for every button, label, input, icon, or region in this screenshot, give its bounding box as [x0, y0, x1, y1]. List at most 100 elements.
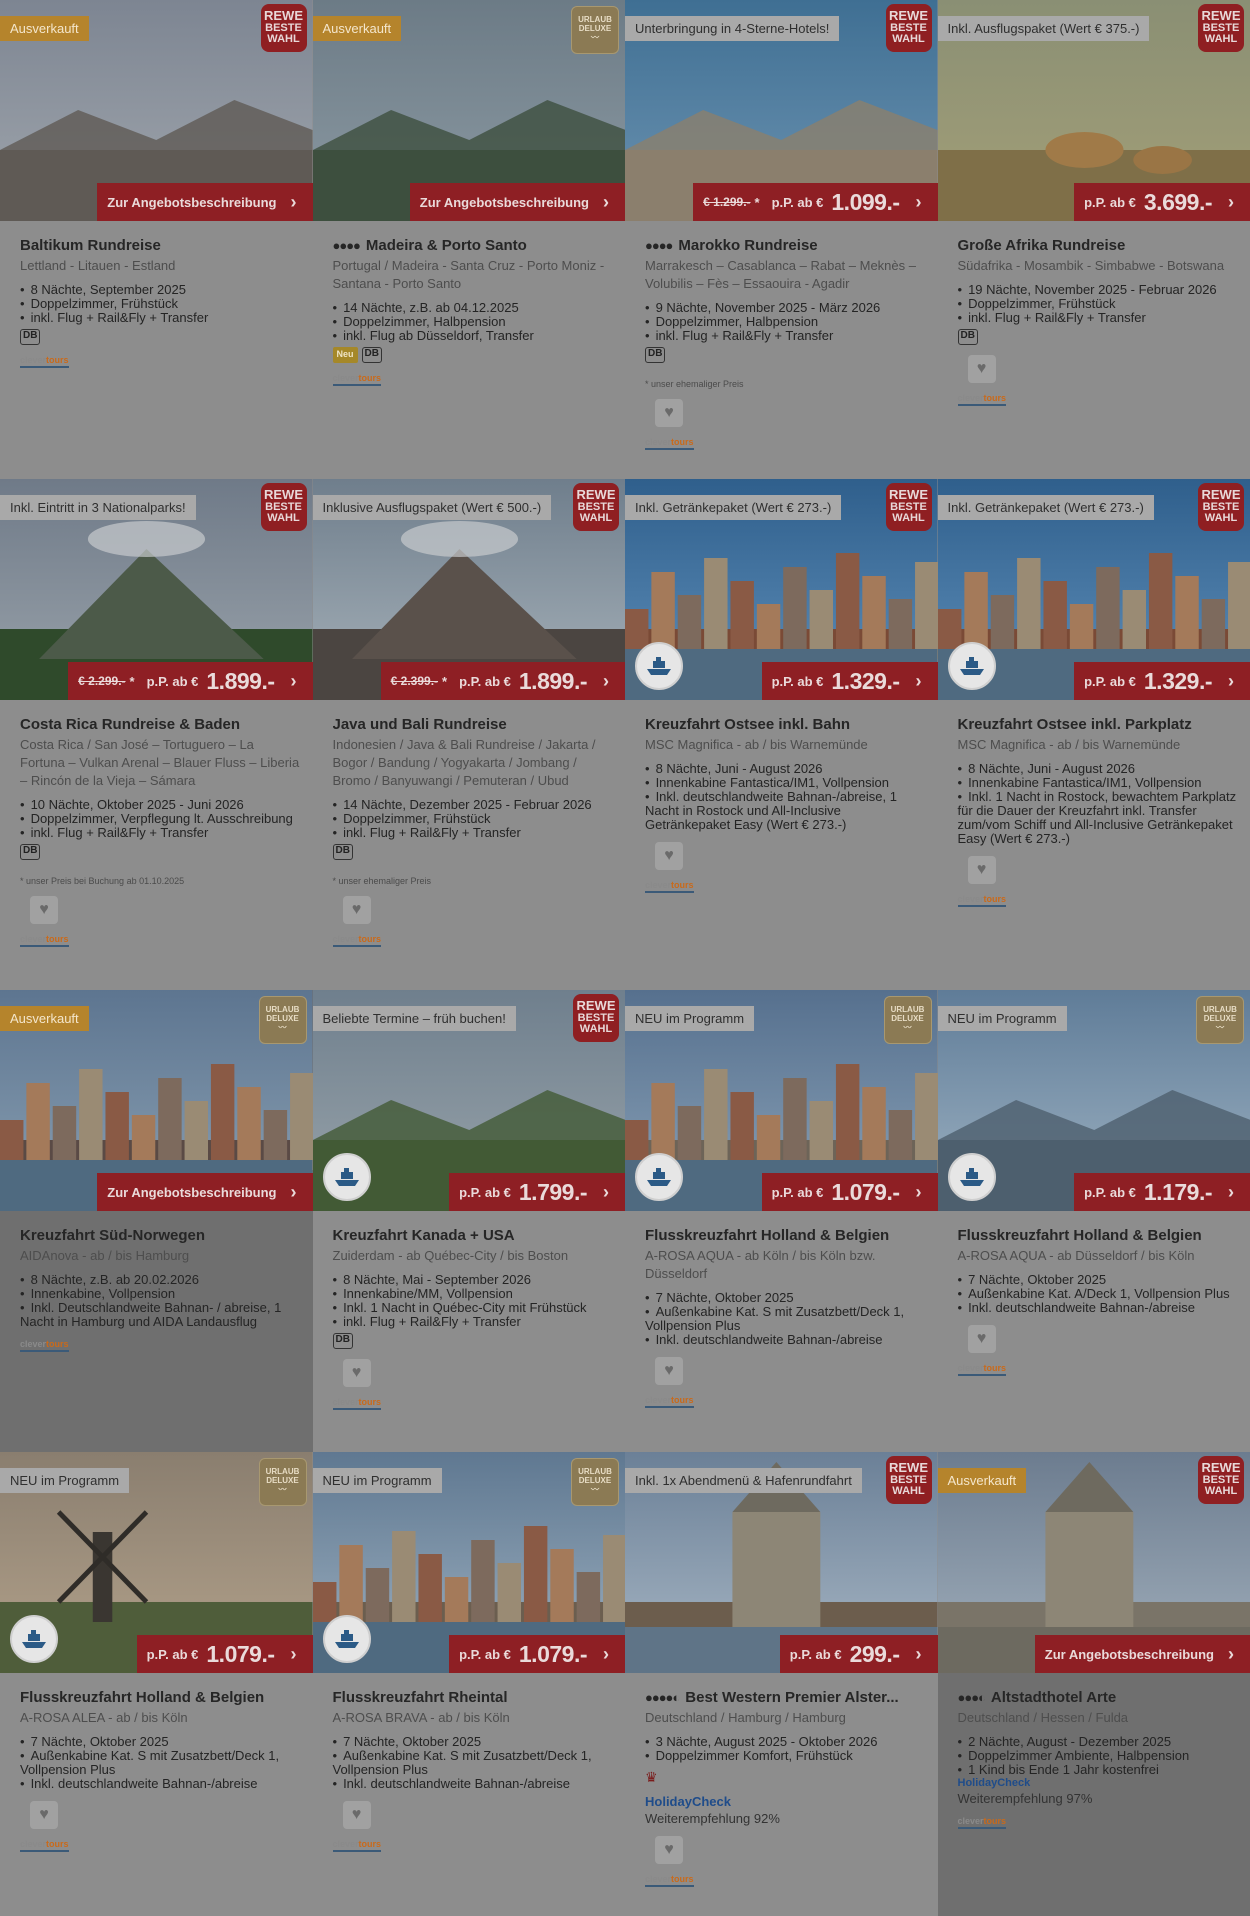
- favorite-button[interactable]: ♥: [342, 1359, 371, 1387]
- offer-card-holland3[interactable]: NEU im Programm URLAUB DELUXE 〰 p.P. ab € 1…: [0, 1452, 313, 1916]
- offer-route: MSC Magnifica - ab / bis Warnemünde: [957, 737, 1181, 752]
- offer-cta-button[interactable]: € 2.399.- * p.P. ab € 1.899.- ›: [380, 662, 625, 700]
- promo-badge: NEU im Programm: [625, 1006, 755, 1031]
- offer-title[interactable]: Costa Rica Rundreise & Baden: [20, 716, 301, 733]
- offer-card-madeira[interactable]: Ausverkauft URLAUB DELUXE 〰 Zur Angebotsbe…: [312, 0, 625, 479]
- offer-image[interactable]: NEU im Programm URLAUB DELUXE 〰 p.P. ab € 1…: [0, 1452, 313, 1673]
- offer-card-ostsee-park[interactable]: Inkl. Getränkepaket (Wert € 273.-) REWE B…: [937, 479, 1250, 990]
- offer-cta-button[interactable]: Zur Angebotsbeschreibung ›: [1034, 1635, 1250, 1673]
- feature-item: Innenkabine Fantastica/IM1, Vollpension: [645, 776, 926, 790]
- offer-image[interactable]: Inkl. Ausflugspaket (Wert € 375.-) REWE B…: [937, 0, 1250, 221]
- offer-title[interactable]: ●●●● Marokko Rundreise: [645, 237, 926, 254]
- offer-card-marokko[interactable]: Unterbringung in 4-Sterne-Hotels! REWE BE…: [625, 0, 938, 479]
- feature-item: Inkl. deutschlandweite Bahnan-/abreise: [645, 1333, 926, 1347]
- offer-image[interactable]: NEU im Programm URLAUB DELUXE 〰 p.P. ab € 1…: [625, 990, 938, 1211]
- offer-image[interactable]: NEU im Programm URLAUB DELUXE 〰 p.P. ab € 1…: [937, 990, 1250, 1211]
- offer-image[interactable]: NEU im Programm URLAUB DELUXE 〰 p.P. ab € 1…: [312, 1452, 625, 1673]
- feature-list: 2 Nächte, August - Dezember 2025Doppelzi…: [958, 1735, 1239, 1777]
- price-footnote-star: *: [129, 673, 135, 689]
- offer-image[interactable]: Unterbringung in 4-Sterne-Hotels! REWE BE…: [625, 0, 938, 221]
- offer-cta-button[interactable]: p.P. ab € 1.329.- ›: [761, 662, 938, 700]
- price-value: 1.329.-: [831, 667, 900, 694]
- offer-cta-button[interactable]: p.P. ab € 1.329.- ›: [1074, 662, 1250, 700]
- offer-title[interactable]: ●●●●◐ Best Western Premier Alster...: [645, 1689, 926, 1706]
- offer-image[interactable]: Inkl. Getränkepaket (Wert € 273.-) REWE B…: [625, 479, 938, 700]
- favorite-button[interactable]: ♥: [655, 842, 683, 870]
- offer-cta-button[interactable]: p.P. ab € 1.079.- ›: [136, 1635, 313, 1673]
- favorite-button[interactable]: ♥: [655, 1836, 683, 1864]
- offer-title[interactable]: Baltikum Rundreise: [20, 237, 301, 254]
- offer-image[interactable]: Beliebte Termine – früh buchen! REWE BEST…: [312, 990, 625, 1211]
- offer-title[interactable]: Kreuzfahrt Süd-Norwegen: [20, 1227, 301, 1244]
- offer-title[interactable]: Kreuzfahrt Kanada + USA: [333, 1227, 614, 1244]
- feature-item: Inkl. 1 Nacht in Québec-City mit Frühstü…: [333, 1301, 614, 1315]
- chevron-right-icon: ›: [915, 1643, 922, 1664]
- offer-card-afrika[interactable]: Inkl. Ausflugspaket (Wert € 375.-) REWE B…: [937, 0, 1250, 479]
- offer-title[interactable]: Flusskreuzfahrt Holland & Belgien: [958, 1227, 1239, 1244]
- offer-image[interactable]: Inkl. Eintritt in 3 Nationalparks! REWE B…: [0, 479, 313, 700]
- offer-details: Flusskreuzfahrt Holland & Belgien A-ROSA…: [957, 1227, 1239, 1376]
- feature-item: inkl. Flug + Rail&Fly + Transfer: [20, 311, 301, 325]
- offer-card-kanada[interactable]: Beliebte Termine – früh buchen! REWE BEST…: [312, 990, 625, 1452]
- offer-title[interactable]: Java und Bali Rundreise: [333, 716, 614, 733]
- offer-card-costarica[interactable]: Inkl. Eintritt in 3 Nationalparks! REWE B…: [0, 479, 313, 990]
- heart-icon: ♥: [39, 1806, 49, 1823]
- offer-image[interactable]: Inklusive Ausflugspaket (Wert € 500.-) R…: [312, 479, 625, 700]
- offer-title[interactable]: Flusskreuzfahrt Holland & Belgien: [20, 1689, 301, 1706]
- offer-image[interactable]: Ausverkauft REWE BESTE WAHL Zur Angebotsbe…: [937, 1452, 1250, 1673]
- favorite-button[interactable]: ♥: [967, 856, 996, 884]
- offer-cta-button[interactable]: Zur Angebotsbeschreibung ›: [97, 1173, 313, 1211]
- favorite-button[interactable]: ♥: [30, 1801, 58, 1829]
- favorite-button[interactable]: ♥: [655, 1357, 683, 1385]
- offer-image[interactable]: Ausverkauft REWE BESTE WAHL Zur Angebotsbe…: [0, 0, 313, 221]
- offer-card-baltikum[interactable]: Ausverkauft REWE BESTE WAHL Zur Angebotsbe…: [0, 0, 313, 479]
- price-value: 1.079.-: [206, 1640, 275, 1667]
- favorite-button[interactable]: ♥: [655, 399, 683, 427]
- offer-title[interactable]: Kreuzfahrt Ostsee inkl. Bahn: [645, 716, 926, 733]
- transport-tags: DB: [332, 844, 614, 860]
- offer-image[interactable]: Ausverkauft URLAUB DELUXE 〰 Zur Angebotsbe…: [312, 0, 625, 221]
- offer-image[interactable]: Ausverkauft URLAUB DELUXE 〰 Zur Angebotsbe…: [0, 990, 313, 1211]
- favorite-button[interactable]: ♥: [967, 1325, 996, 1353]
- offer-card-javabali[interactable]: Inklusive Ausflugspaket (Wert € 500.-) R…: [312, 479, 625, 990]
- offer-card-rheintal[interactable]: NEU im Programm URLAUB DELUXE 〰 p.P. ab € 1…: [312, 1452, 625, 1916]
- favorite-button[interactable]: ♥: [342, 896, 371, 924]
- offer-cta-button[interactable]: Zur Angebotsbeschreibung ›: [97, 183, 313, 221]
- offer-card-holland1[interactable]: NEU im Programm URLAUB DELUXE 〰 p.P. ab € 1…: [625, 990, 938, 1452]
- offer-card-alster[interactable]: Inkl. 1x Abendmenü & Hafenrundfahrt REWE…: [625, 1452, 938, 1916]
- offer-title[interactable]: Große Afrika Rundreise: [958, 237, 1239, 254]
- offer-image[interactable]: Inkl. 1x Abendmenü & Hafenrundfahrt REWE…: [625, 1452, 938, 1673]
- offer-title[interactable]: Flusskreuzfahrt Rheintal: [333, 1689, 614, 1706]
- offer-card-arte[interactable]: Ausverkauft REWE BESTE WAHL Zur Angebotsbe…: [937, 1452, 1250, 1916]
- offer-title[interactable]: Kreuzfahrt Ostsee inkl. Parkplatz: [958, 716, 1239, 733]
- offer-title[interactable]: ●●●● Madeira & Porto Santo: [333, 237, 614, 254]
- offer-route: AIDAnova - ab / bis Hamburg: [20, 1248, 190, 1263]
- offer-image[interactable]: Inkl. Getränkepaket (Wert € 273.-) REWE B…: [937, 479, 1250, 700]
- chevron-right-icon: ›: [290, 191, 297, 212]
- offer-cta-button[interactable]: p.P. ab € 3.699.- ›: [1074, 183, 1250, 221]
- offer-cta-button[interactable]: p.P. ab € 1.079.- ›: [449, 1635, 625, 1673]
- offer-cta-button[interactable]: p.P. ab € 1.799.- ›: [449, 1173, 625, 1211]
- offer-card-ostsee-bahn[interactable]: Inkl. Getränkepaket (Wert € 273.-) REWE B…: [625, 479, 938, 990]
- feature-list: 14 Nächte, z.B. ab 04.12.2025Doppelzimme…: [333, 301, 614, 343]
- feature-list: 7 Nächte, Oktober 2025Außenkabine Kat. S…: [645, 1291, 926, 1347]
- favorite-button[interactable]: ♥: [30, 896, 58, 924]
- offer-cta-button[interactable]: p.P. ab € 1.179.- ›: [1074, 1173, 1250, 1211]
- offer-title[interactable]: ●●●◐ Altstadthotel Arte: [958, 1689, 1239, 1706]
- offer-card-norwegen[interactable]: Ausverkauft URLAUB DELUXE 〰 Zur Angebotsbe…: [0, 990, 313, 1452]
- offer-cta-button[interactable]: p.P. ab € 299.- ›: [779, 1635, 938, 1673]
- offer-card-holland2[interactable]: NEU im Programm URLAUB DELUXE 〰 p.P. ab € 1…: [937, 990, 1250, 1452]
- cruise-ship-icon: [947, 642, 996, 690]
- price-prefix: p.P. ab €: [459, 673, 511, 689]
- offer-cta-button[interactable]: Zur Angebotsbeschreibung ›: [409, 183, 625, 221]
- feature-item: 14 Nächte, Dezember 2025 - Februar 2026: [333, 798, 614, 812]
- favorite-button[interactable]: ♥: [967, 355, 996, 383]
- clevertours-logo: clevertours: [645, 880, 694, 893]
- offer-cta-button[interactable]: p.P. ab € 1.079.- ›: [761, 1173, 938, 1211]
- offer-title[interactable]: Flusskreuzfahrt Holland & Belgien: [645, 1227, 926, 1244]
- offer-cta-button[interactable]: € 2.299.- * p.P. ab € 1.899.- ›: [68, 662, 313, 700]
- offer-cta-button[interactable]: € 1.299.- * p.P. ab € 1.099.- ›: [693, 183, 938, 221]
- offer-details: Java und Bali Rundreise Indonesien / Jav…: [332, 716, 614, 947]
- feature-list: 8 Nächte, z.B. ab 20.02.2026Innenkabine,…: [20, 1273, 301, 1329]
- favorite-button[interactable]: ♥: [342, 1801, 371, 1829]
